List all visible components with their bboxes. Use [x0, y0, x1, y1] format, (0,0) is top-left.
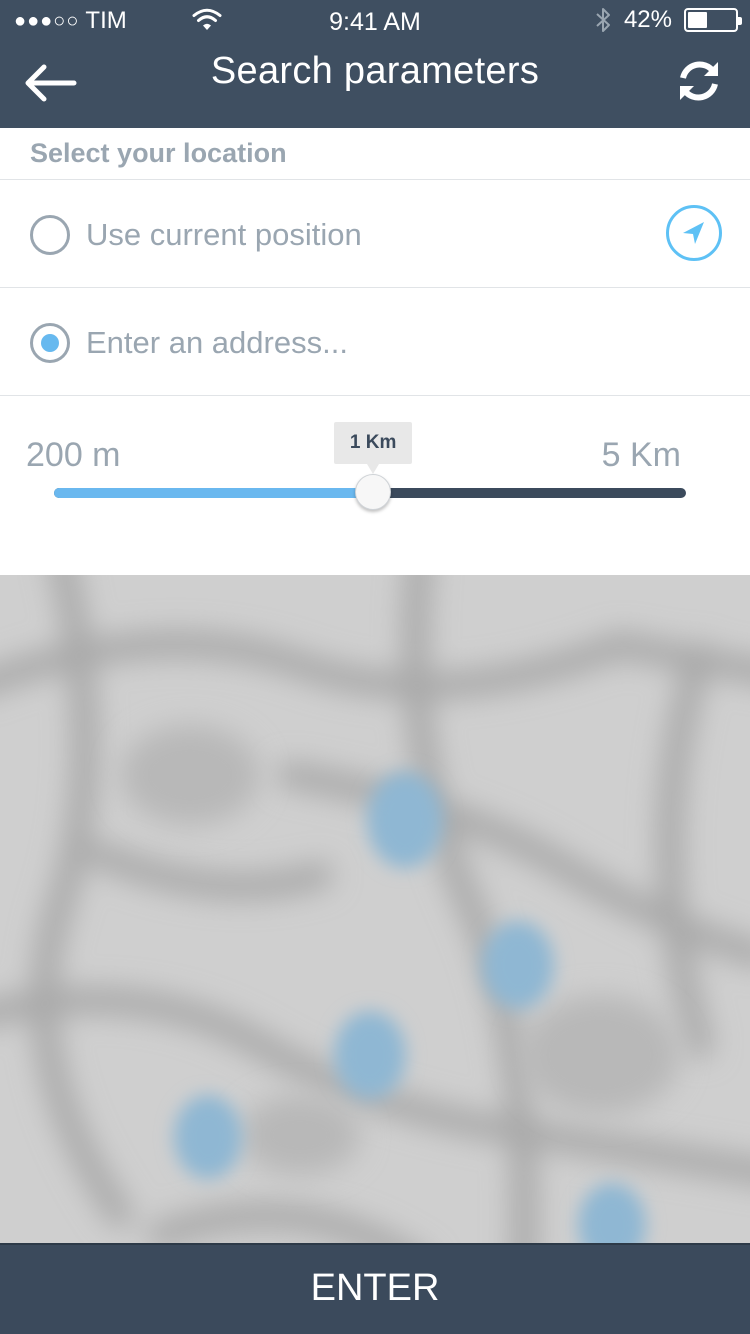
- radius-slider[interactable]: [54, 474, 686, 510]
- refresh-icon: [680, 61, 718, 101]
- slider-fill: [54, 488, 374, 498]
- battery-tip: [738, 17, 742, 25]
- slider-handle[interactable]: [355, 474, 392, 510]
- battery-level: [688, 12, 707, 28]
- option-current-position[interactable]: Use current position: [0, 180, 750, 286]
- enter-button[interactable]: ENTER: [0, 1243, 750, 1334]
- battery-percentage: 42%: [623, 6, 672, 33]
- slider-value-tooltip: 1 Km: [334, 422, 413, 474]
- radio-selected-dot: [41, 334, 59, 352]
- option-label: Use current position: [86, 217, 362, 252]
- status-right-group: 42%: [594, 6, 742, 34]
- radio-enter-address[interactable]: [30, 323, 70, 363]
- refresh-button[interactable]: [674, 56, 724, 106]
- map-background: [0, 575, 750, 1334]
- section-label: Select your location: [30, 138, 287, 168]
- map-preview: [0, 575, 750, 1334]
- location-arrow-icon[interactable]: [666, 205, 722, 261]
- status-bar: ●●●○○ TIM 9:41 AM 42%: [0, 0, 750, 40]
- slider-max-label: 5 Km: [601, 436, 681, 474]
- bluetooth-icon: [596, 8, 610, 32]
- option-enter-address[interactable]: Enter an address...: [0, 288, 750, 394]
- battery-icon: [684, 8, 742, 32]
- slider-min-label: 200 m: [26, 436, 121, 474]
- radio-current-position[interactable]: [30, 215, 70, 255]
- header-bar: ●●●○○ TIM 9:41 AM 42% Search parameters: [0, 0, 750, 128]
- divider: [0, 395, 750, 396]
- page-title: Search parameters: [210, 50, 540, 92]
- address-input[interactable]: Enter an address...: [86, 325, 348, 361]
- location-arrow-glyph: [683, 222, 704, 244]
